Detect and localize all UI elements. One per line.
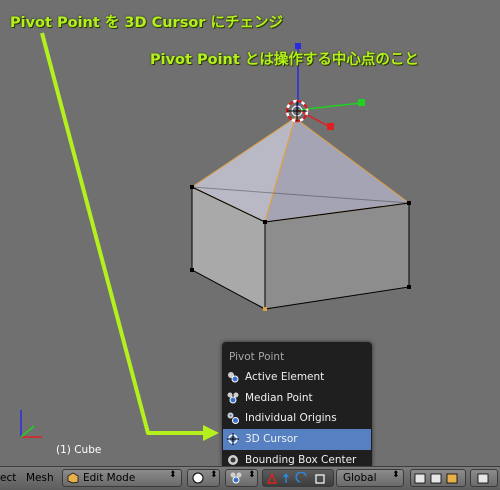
chevron-updown-icon: ⬍ xyxy=(169,470,177,480)
chevron-updown-icon: ⬍ xyxy=(392,470,400,480)
bounding-box-center-icon xyxy=(228,454,238,465)
solid-shading-icon xyxy=(192,472,204,484)
manipulator-buttons[interactable] xyxy=(262,469,334,487)
menu-title: Pivot Point xyxy=(229,351,285,363)
menu-item-label: Median Point xyxy=(245,391,313,404)
mesh-menu[interactable]: Mesh xyxy=(26,472,54,484)
median-point-icon xyxy=(230,472,242,484)
transform-orientation-selector[interactable]: Global ⬍ xyxy=(336,469,404,487)
menu-item-label: Bounding Box Center xyxy=(245,453,357,466)
edit-mode-icon xyxy=(67,472,79,484)
menu-item-median-point[interactable]: Median Point xyxy=(223,388,371,409)
menu-item-individual-origins[interactable]: Individual Origins xyxy=(223,408,371,429)
individual-origins-icon xyxy=(227,412,239,425)
menu-item-bounding-box-center[interactable]: Bounding Box Center xyxy=(223,450,371,466)
3d-cursor-icon[interactable] xyxy=(285,99,309,123)
median-point-icon xyxy=(227,392,239,404)
viewport-header: ect Mesh Edit Mode ⬍ ⬍ ⬍ Global ⬍ xyxy=(0,466,500,490)
orientation-label: Global xyxy=(343,472,377,484)
layer-buttons[interactable] xyxy=(410,469,466,487)
occlusion-toggle[interactable] xyxy=(470,469,498,487)
annotation-subheading: Pivot Point とは操作する中心点のこと xyxy=(150,52,419,68)
mode-label: Edit Mode xyxy=(83,472,136,484)
viewport-shading-button[interactable]: ⬍ xyxy=(187,469,220,487)
chevron-updown-icon: ⬍ xyxy=(210,470,218,480)
manipulator-icons xyxy=(266,472,325,484)
occlude-geometry-icon xyxy=(477,473,489,484)
active-element-icon xyxy=(228,372,239,383)
select-menu[interactable]: ect xyxy=(0,472,16,484)
menu-item-label: Individual Origins xyxy=(245,412,337,425)
annotation-heading: Pivot Point を 3D Cursor にチェンジ xyxy=(10,15,283,31)
selection-mode-icons xyxy=(414,473,458,484)
menu-item-label: 3D Cursor xyxy=(245,433,298,446)
pivot-point-menu: Pivot Point Active Element Median Point … xyxy=(222,342,372,466)
menu-item-active-element[interactable]: Active Element xyxy=(223,367,371,388)
axis-gizmo xyxy=(20,410,42,438)
chevron-updown-icon: ⬍ xyxy=(248,470,256,480)
pivot-point-button[interactable]: ⬍ xyxy=(225,469,258,487)
menu-item-3d-cursor[interactable]: 3D Cursor xyxy=(223,429,371,450)
3d-cursor-icon xyxy=(227,433,239,446)
object-info: (1) Cube xyxy=(56,444,102,456)
mode-selector[interactable]: Edit Mode ⬍ xyxy=(62,469,182,487)
menu-item-label: Active Element xyxy=(245,371,325,383)
